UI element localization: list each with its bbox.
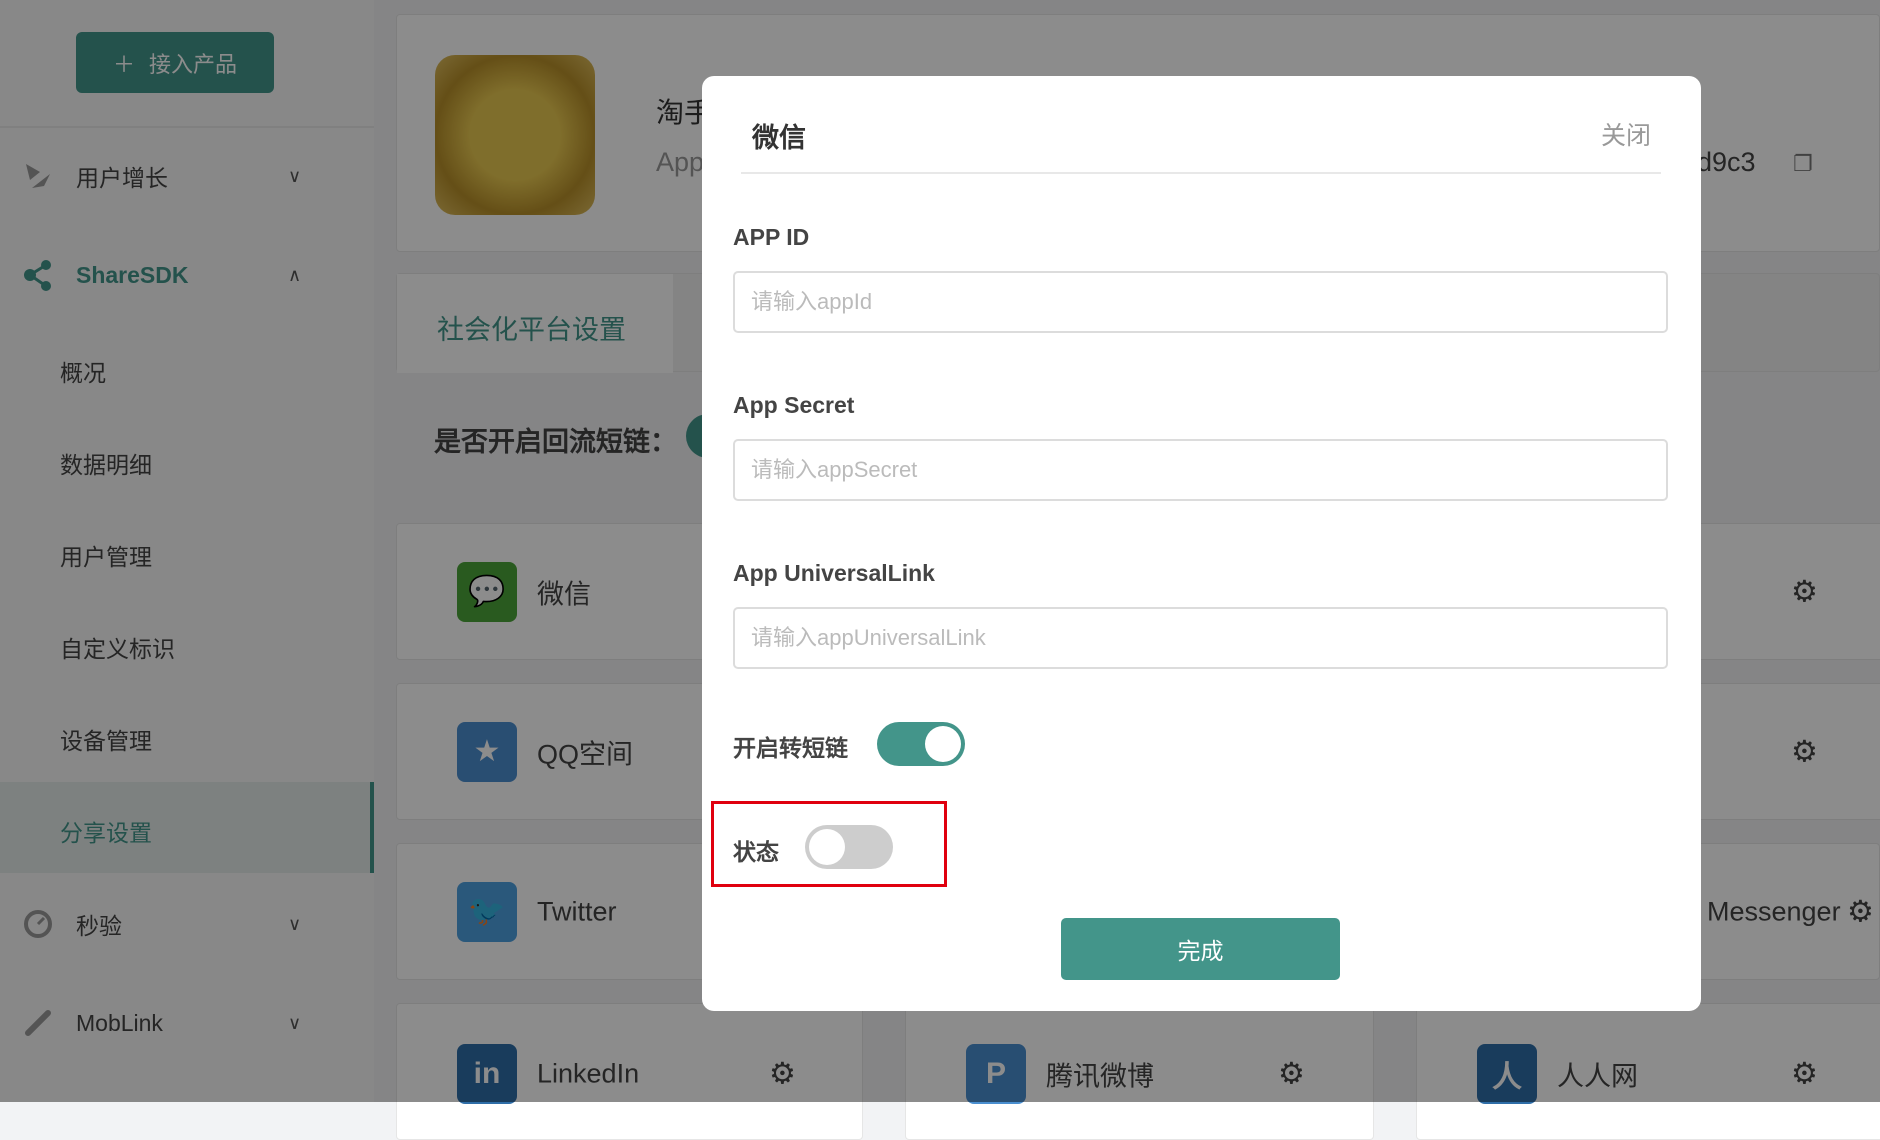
shortlink-switch[interactable] [877,722,965,766]
close-button[interactable]: 关闭 [1601,116,1651,152]
app-secret-label: App Secret [733,392,855,418]
switch-knob [809,829,845,865]
wechat-config-modal: 微信 关闭 APP ID App Secret App UniversalLin… [702,76,1701,1011]
app-id-input[interactable] [733,271,1668,333]
done-button[interactable]: 完成 [1061,918,1340,980]
switch-knob [925,726,961,762]
universal-link-input[interactable] [733,607,1668,669]
app-id-label: APP ID [733,224,810,250]
divider [741,172,1661,174]
shortlink-toggle-label: 开启转短链 [733,735,848,761]
status-switch[interactable] [805,825,893,869]
universal-link-label: App UniversalLink [733,560,935,586]
app-secret-input[interactable] [733,439,1668,501]
status-toggle-label: 状态 [733,839,779,865]
modal-title: 微信 [752,123,806,153]
